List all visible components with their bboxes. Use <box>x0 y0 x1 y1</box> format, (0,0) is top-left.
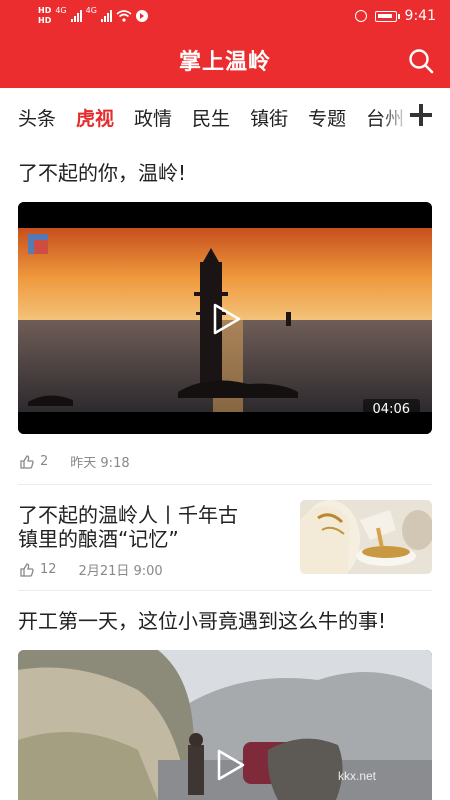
video-player[interactable]: kkx.net <box>18 650 432 800</box>
tab-zhengqing[interactable]: 政情 <box>134 104 172 131</box>
article-title[interactable]: 了不起的你，温岭! <box>18 158 186 188</box>
network-label-2: 4G <box>85 6 97 15</box>
tab-toutiao[interactable]: 头条 <box>18 104 56 131</box>
app-title: 掌上温岭 <box>178 50 271 75</box>
article-thumbnail-wine <box>300 500 432 574</box>
search-icon[interactable] <box>408 48 434 74</box>
network-label-1: 4G <box>55 6 67 15</box>
tab-zhuanti[interactable]: 专题 <box>308 104 346 131</box>
like-icon[interactable] <box>20 454 34 469</box>
divider <box>18 484 432 485</box>
clock: 9:41 <box>404 8 436 24</box>
like-count: 12 <box>40 562 57 577</box>
article-meta: 2 昨天 9:18 <box>20 452 130 471</box>
play-icon[interactable] <box>212 748 246 782</box>
play-icon[interactable] <box>208 302 242 336</box>
battery-icon <box>374 10 400 22</box>
publish-time: 昨天 9:18 <box>70 456 130 471</box>
tab-fade <box>380 96 410 136</box>
like-icon[interactable] <box>20 562 34 577</box>
tab-zhenjie[interactable]: 镇街 <box>250 104 288 131</box>
article-meta: 12 2月21日 9:00 <box>20 560 163 579</box>
wifi-icon <box>116 10 132 22</box>
add-channel-icon[interactable] <box>410 104 432 126</box>
top-bar: HD HD 4G 4G 9:41 掌上温岭 <box>0 0 450 88</box>
news-item[interactable]: 了不起的温岭人丨千年古 镇里的酿酒“记忆” 12 2月21日 9:00 <box>18 498 432 579</box>
watermark: kkx.net <box>338 769 377 783</box>
signal-icon <box>70 10 82 22</box>
publish-time: 2月21日 9:00 <box>78 564 163 579</box>
divider <box>18 590 432 591</box>
video-duration: 04:06 <box>362 399 420 420</box>
article-title[interactable]: 开工第一天，这位小哥竟遇到这么牛的事! <box>18 606 386 636</box>
app-notification-icon <box>135 10 148 22</box>
alarm-icon <box>354 10 367 22</box>
like-count: 2 <box>40 454 49 469</box>
article-title-line-2: 镇里的酿酒“记忆” <box>18 527 179 551</box>
status-bar: HD HD 4G 4G 9:41 <box>0 0 450 34</box>
hd-indicator: HD HD <box>38 6 52 25</box>
tab-hushi[interactable]: 虎视 <box>76 104 114 131</box>
video-player[interactable]: 04:06 <box>18 202 432 434</box>
tab-minsheng[interactable]: 民生 <box>192 104 230 131</box>
signal-icon-2 <box>100 10 112 22</box>
